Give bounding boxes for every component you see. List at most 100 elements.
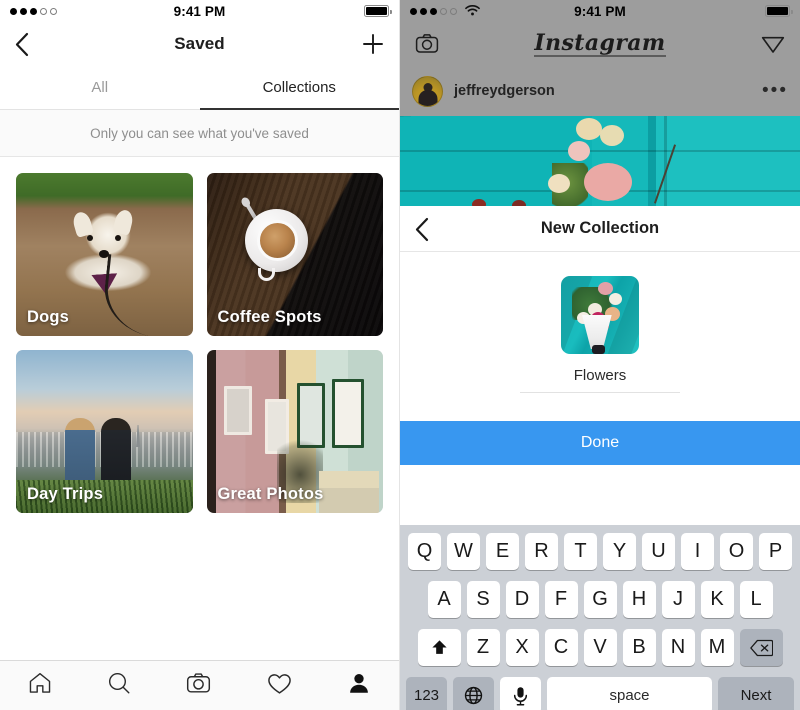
key-w[interactable]: W — [447, 533, 480, 570]
key-t[interactable]: T — [564, 533, 597, 570]
collection-label: Dogs — [27, 308, 70, 326]
post-username[interactable]: jeffreydgerson — [454, 83, 555, 99]
page-title: Saved — [174, 34, 225, 53]
post-header: jeffreydgerson ••• — [400, 66, 800, 116]
battery-indicator — [364, 5, 392, 17]
shift-icon — [431, 640, 447, 654]
key-u[interactable]: U — [642, 533, 675, 570]
post-photo — [400, 116, 800, 206]
add-collection-button[interactable] — [361, 22, 385, 66]
globe-key[interactable] — [453, 677, 494, 710]
saved-navigation-bar: Saved — [0, 22, 399, 66]
status-bar-clock: 9:41 PM — [173, 3, 226, 19]
globe-icon — [464, 686, 483, 705]
right-phone-panel: 9:41 PM Instagram jeffreydgerson ••• New… — [400, 0, 800, 710]
chevron-left-icon — [415, 217, 429, 241]
sheet-navigation-bar: New Collection — [400, 206, 800, 252]
sheet-title: New Collection — [540, 219, 660, 237]
return-key[interactable]: Next — [718, 677, 794, 710]
bottom-tab-bar — [0, 660, 399, 710]
microphone-icon — [513, 686, 528, 705]
backspace-icon — [749, 639, 773, 656]
key-y[interactable]: Y — [603, 533, 636, 570]
key-b[interactable]: B — [622, 629, 656, 666]
sheet-back-button[interactable] — [414, 206, 429, 252]
plus-icon — [363, 34, 383, 54]
key-z[interactable]: Z — [466, 629, 500, 666]
dual-phone-screenshot: 9:41 PM Saved All Collections Only you c… — [0, 0, 800, 710]
left-status-bar: 9:41 PM — [0, 0, 399, 22]
key-g[interactable]: G — [583, 581, 617, 618]
saved-tabs: All Collections — [0, 66, 399, 110]
tab-collections[interactable]: Collections — [199, 66, 400, 110]
tab-activity[interactable] — [266, 670, 293, 702]
collection-tile-coffee-spots[interactable]: Coffee Spots — [206, 173, 383, 336]
profile-icon — [350, 674, 369, 693]
tab-search[interactable] — [106, 670, 132, 701]
key-p[interactable]: P — [759, 533, 792, 570]
key-k[interactable]: K — [700, 581, 734, 618]
tab-home[interactable] — [27, 670, 53, 701]
new-collection-sheet: New Collection Flowers — [400, 206, 800, 393]
key-l[interactable]: L — [739, 581, 773, 618]
numbers-key[interactable]: 123 — [406, 677, 447, 710]
tab-profile[interactable] — [346, 670, 372, 701]
back-button[interactable] — [14, 22, 29, 66]
search-icon — [109, 672, 130, 694]
direct-messages-button[interactable] — [760, 22, 786, 66]
tab-camera[interactable] — [185, 670, 212, 702]
collection-label: Day Trips — [27, 485, 104, 503]
collections-grid: Dogs Coffee Spots Day Trips Great Photos — [0, 157, 399, 529]
chevron-left-icon — [15, 32, 29, 56]
collection-name-input[interactable]: Flowers — [520, 367, 680, 393]
collection-tile-great-photos[interactable]: Great Photos — [206, 350, 383, 513]
key-o[interactable]: O — [720, 533, 753, 570]
status-bar-clock: 9:41 PM — [574, 3, 626, 19]
key-i[interactable]: I — [681, 533, 714, 570]
key-m[interactable]: M — [700, 629, 734, 666]
keyboard-row-2: A S D F G H J K L — [403, 581, 797, 618]
tab-all[interactable]: All — [0, 66, 200, 109]
collection-label: Coffee Spots — [217, 308, 322, 326]
collection-tile-dogs[interactable]: Dogs — [16, 173, 193, 336]
key-c[interactable]: C — [544, 629, 578, 666]
done-button[interactable]: Done — [400, 421, 800, 465]
sheet-body: Flowers — [400, 252, 800, 393]
avatar[interactable] — [412, 75, 443, 107]
on-screen-keyboard: Q W E R T Y U I O P A S D F G H J K L Z … — [400, 525, 800, 710]
key-s[interactable]: S — [466, 581, 500, 618]
key-x[interactable]: X — [505, 629, 539, 666]
paper-plane-icon — [761, 36, 785, 53]
key-v[interactable]: V — [583, 629, 617, 666]
key-n[interactable]: N — [661, 629, 695, 666]
home-icon — [29, 672, 50, 693]
key-a[interactable]: A — [427, 581, 461, 618]
camera-icon — [415, 34, 439, 53]
instagram-navigation-bar: Instagram — [400, 22, 800, 66]
space-key[interactable]: space — [547, 677, 712, 710]
battery-indicator — [765, 5, 793, 17]
camera-icon — [187, 672, 211, 693]
backspace-key[interactable] — [739, 629, 783, 666]
shift-key[interactable] — [417, 629, 461, 666]
collection-tile-day-trips[interactable]: Day Trips — [16, 350, 193, 513]
keyboard-row-4: 123 space Next — [403, 677, 797, 710]
key-d[interactable]: D — [505, 581, 539, 618]
right-status-bar: 9:41 PM — [400, 0, 800, 22]
key-r[interactable]: R — [525, 533, 558, 570]
privacy-notice: Only you can see what you've saved — [0, 110, 399, 157]
key-f[interactable]: F — [544, 581, 578, 618]
left-phone-panel: 9:41 PM Saved All Collections Only you c… — [0, 0, 400, 710]
keyboard-row-3: Z X C V B N M — [403, 629, 797, 666]
dictation-key[interactable] — [500, 677, 541, 710]
flower-bouquet-photo — [561, 276, 639, 354]
key-j[interactable]: J — [661, 581, 695, 618]
keyboard-row-1: Q W E R T Y U I O P — [403, 533, 797, 570]
key-h[interactable]: H — [622, 581, 656, 618]
camera-button[interactable] — [414, 22, 440, 66]
heart-icon — [268, 673, 291, 694]
collection-label: Great Photos — [217, 485, 324, 503]
instagram-wordmark: Instagram — [534, 29, 666, 57]
key-q[interactable]: Q — [408, 533, 441, 570]
key-e[interactable]: E — [486, 533, 519, 570]
